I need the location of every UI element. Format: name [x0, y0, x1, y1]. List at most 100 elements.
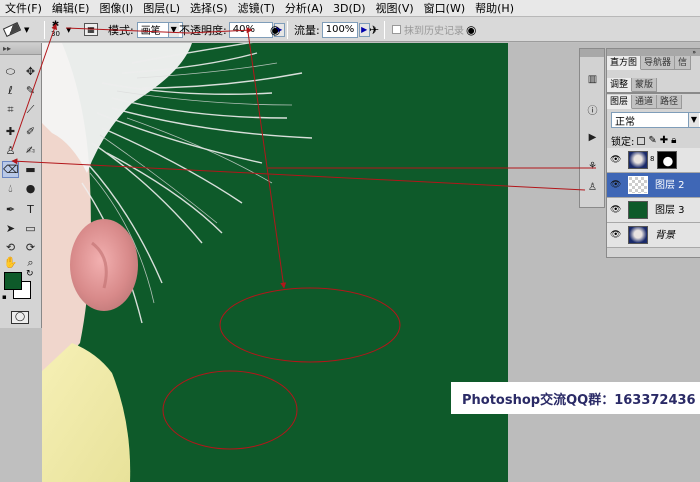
toolbox-grip[interactable]: ▸▸	[0, 43, 41, 55]
move-tool-icon[interactable]: ✥	[22, 63, 39, 80]
tab-adjustments[interactable]: 调整	[607, 78, 633, 92]
foreground-color-swatch[interactable]	[4, 272, 22, 290]
hand-tool-icon[interactable]: ✋	[2, 254, 19, 271]
chevron-down-icon: ▼	[24, 25, 30, 34]
brushes-icon[interactable]: ⚘	[585, 160, 600, 174]
blend-mode-value: 正常	[615, 116, 635, 128]
default-colors-icon[interactable]: ▪	[2, 293, 7, 301]
options-separator	[384, 20, 385, 39]
blend-mode-select[interactable]: 正常 ▼	[611, 112, 700, 128]
tab-histogram[interactable]: 直方图	[607, 56, 642, 70]
layer-thumbnail	[628, 201, 648, 219]
ear	[70, 219, 138, 311]
brush-size-label: 30	[51, 30, 60, 38]
tab-paths[interactable]: 路径	[657, 95, 683, 109]
brush-picker[interactable]: ✱ 30	[51, 17, 60, 42]
watermark-text: Photoshop交流QQ群：163372436	[462, 392, 696, 408]
dodge-tool-icon[interactable]: ●	[22, 180, 39, 197]
layer-row-selected[interactable]: 👁︎ 图层 2	[607, 173, 700, 198]
lock-label: 锁定:	[611, 137, 635, 148]
lock-paint-icon[interactable]: ✎	[648, 135, 656, 146]
menu-layer[interactable]: 图层(L)	[138, 0, 185, 17]
menu-3d[interactable]: 3D(D)	[328, 0, 371, 17]
tab-channels[interactable]: 通道	[632, 95, 658, 109]
lock-transparent-icon[interactable]	[637, 136, 646, 145]
qq-group-watermark: Photoshop交流QQ群：163372436	[451, 382, 700, 414]
mode-value: 画笔	[140, 26, 161, 37]
gradient-tool-icon[interactable]: ▬	[22, 161, 39, 178]
healing-brush-tool-icon[interactable]: ✚	[2, 123, 19, 140]
eye-icon[interactable]: 👁︎	[610, 180, 621, 190]
lock-position-icon[interactable]: ✚	[660, 135, 668, 146]
options-bar: ▼ ✱ 30 ▼ ▦ 模式: 画笔 ▼ 不透明度: 40% ▶ ◉ 流量: 100…	[0, 17, 700, 42]
pen-tool-icon[interactable]: ✒	[2, 201, 19, 218]
lasso-tool-icon[interactable]: ℓ	[2, 82, 19, 99]
menu-edit[interactable]: 编辑(E)	[47, 0, 95, 17]
shape-tool-icon[interactable]: ▭	[22, 220, 39, 237]
layer-thumbnail	[628, 176, 648, 194]
history-brush-tool-icon[interactable]: ✍	[22, 142, 39, 159]
tab-layers[interactable]: 图层	[607, 95, 633, 109]
menu-view[interactable]: 视图(V)	[371, 0, 419, 17]
eyedropper-tool-icon[interactable]: ⟋	[22, 101, 39, 118]
toolbox: ▸▸ ⬭ ✥ ℓ ✎ ⌗ ⟋ ✚ ✐ ♙ ✍ ⌫ ▬ 💧︎ ● ✒ T ➤ ▭ …	[0, 43, 42, 328]
opacity-input[interactable]: 40%	[228, 21, 273, 38]
tablet-opacity-pressure-icon[interactable]: ◉	[270, 23, 280, 37]
menu-help[interactable]: 帮助(H)	[470, 0, 519, 17]
flow-label: 流量:	[294, 23, 320, 37]
tablet-size-pressure-icon[interactable]: ◉	[466, 23, 476, 37]
layer-row[interactable]: 👁︎ 背景	[607, 223, 700, 248]
eye-icon[interactable]: 👁︎	[610, 230, 621, 240]
swap-colors-icon[interactable]: ↻	[26, 269, 34, 279]
menu-image[interactable]: 图像(I)	[94, 0, 138, 17]
layer-row[interactable]: 👁︎ 8	[607, 148, 700, 173]
layer-row[interactable]: 👁︎ 图层 3	[607, 198, 700, 223]
menu-window[interactable]: 窗口(W)	[419, 0, 470, 17]
eye-icon[interactable]: 👁︎	[610, 205, 621, 215]
marquee-tool-icon[interactable]: ⬭	[2, 63, 19, 80]
tab-navigator[interactable]: 导航器	[641, 56, 676, 70]
erase-to-history-checkbox[interactable]: 抹到历史记录	[392, 17, 464, 42]
brush-tip-icon: ✱	[51, 20, 60, 30]
menu-analysis[interactable]: 分析(A)	[280, 0, 328, 17]
path-selection-tool-icon[interactable]: ➤	[2, 220, 19, 237]
histogram-icon[interactable]: ▥	[585, 73, 600, 87]
options-separator	[44, 20, 45, 39]
clone-source-icon[interactable]: ♙	[585, 181, 600, 195]
panel-icon-dock: ▥ ⓘ ▶ ⚘ ♙	[579, 48, 605, 208]
dock-grip[interactable]	[580, 49, 604, 57]
brush-panel-toggle-icon[interactable]: ▦	[84, 23, 98, 36]
eraser-tool-icon[interactable]: ⌫	[2, 161, 19, 178]
mode-select[interactable]: 画笔 ▼	[136, 21, 183, 38]
menu-select[interactable]: 选择(S)	[185, 0, 233, 17]
flow-input[interactable]: 100%	[321, 21, 358, 38]
layer-thumbnail	[628, 226, 648, 244]
blur-tool-icon[interactable]: 💧︎	[2, 180, 19, 197]
crop-tool-icon[interactable]: ⌗	[2, 101, 19, 118]
quick-selection-tool-icon[interactable]: ✎	[22, 82, 39, 99]
canvas-photo	[42, 43, 313, 482]
lock-all-icon[interactable]: 🔒︎	[671, 135, 676, 146]
tab-info[interactable]: 信	[675, 56, 692, 70]
info-icon[interactable]: ⓘ	[585, 105, 600, 119]
document-canvas[interactable]	[42, 43, 508, 482]
histogram-panel-group: » 直方图 导航器 信 调整 蒙版	[606, 48, 700, 93]
brush-tool-icon[interactable]: ✐	[22, 123, 39, 140]
menu-filter[interactable]: 滤镜(T)	[233, 0, 280, 17]
shirt	[42, 343, 131, 482]
flow-value: 100%	[325, 24, 355, 35]
chevron-down-icon[interactable]: ▼	[66, 26, 71, 34]
menu-file[interactable]: 文件(F)	[0, 0, 47, 17]
tab-masks[interactable]: 蒙版	[632, 78, 658, 92]
checkbox-box	[392, 25, 401, 34]
layer-mask-thumbnail[interactable]	[657, 151, 677, 169]
airbrush-icon[interactable]: ✈	[369, 23, 379, 37]
actions-icon[interactable]: ▶	[585, 131, 600, 145]
clone-stamp-tool-icon[interactable]: ♙	[2, 142, 19, 159]
collapse-icon[interactable]: »	[692, 49, 696, 56]
quick-mask-icon[interactable]: ◯	[11, 311, 29, 324]
eye-icon[interactable]: 👁︎	[610, 155, 621, 165]
type-tool-icon[interactable]: T	[22, 201, 39, 218]
panel-header: »	[607, 49, 700, 56]
tool-preset-picker[interactable]: ▼	[2, 17, 30, 42]
